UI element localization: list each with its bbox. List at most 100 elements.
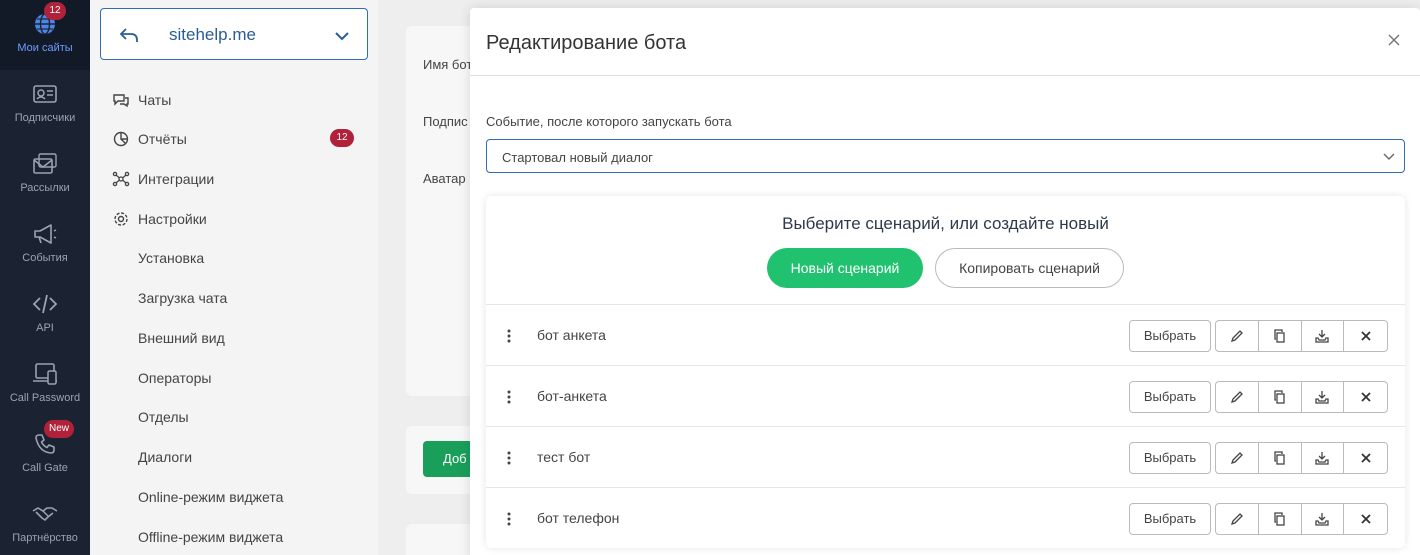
rail-label: Рассылки [20,182,70,194]
select-scenario-button[interactable]: Выбрать [1129,442,1211,474]
nav-item-settings[interactable]: Настройки [112,207,207,231]
delete-button[interactable] [1344,321,1387,351]
rail-label: События [22,252,68,264]
close-icon [1360,453,1371,463]
new-scenario-button[interactable]: Новый сценарий [767,248,923,288]
rail-item-call-password[interactable]: Call Password [0,350,90,420]
contact-card-icon [33,85,57,103]
edit-button[interactable] [1216,382,1259,412]
close-icon[interactable] [1386,32,1402,48]
site-selector[interactable]: sitehelp.me [100,8,368,60]
close-icon [1360,392,1371,402]
select-scenario-button[interactable]: Выбрать [1129,381,1211,413]
rail-label: Call Password [9,392,81,404]
nav-sub-operators[interactable]: Операторы [138,370,211,386]
scenario-name: бот телефон [537,510,620,526]
copy-scenario-button[interactable]: Копировать сценарий [935,248,1124,288]
rail-item-mailings[interactable]: Рассылки [0,140,90,210]
select-scenario-button[interactable]: Выбрать [1129,320,1211,352]
edit-bot-modal: Редактирование бота Событие, после котор… [470,8,1420,555]
kebab-menu-icon[interactable] [504,449,514,467]
nav-label: Настройки [138,211,207,227]
rail-item-partnership[interactable]: Партнёрство [0,490,90,555]
nav-sub-install[interactable]: Установка [138,250,204,266]
mail-stack-icon [33,153,57,174]
delete-button[interactable] [1344,504,1387,534]
rail-item-call-gate[interactable]: Call Gate New [0,420,90,490]
rail-label: Подписчики [14,112,76,124]
bot-name-label: Имя бот [423,57,473,72]
handshake-icon [32,507,58,522]
nav-sub-offline-mode[interactable]: Offline-режим виджета [138,529,283,545]
nav-sub-dialogs[interactable]: Диалоги [138,449,192,465]
nav-item-reports[interactable]: Отчёты [112,127,187,151]
nav-sub-appearance[interactable]: Внешний вид [138,330,225,346]
event-select-value: Стартовал новый диалог [502,150,653,165]
copy-icon [1273,451,1285,465]
kebab-menu-icon[interactable] [504,388,514,406]
modal-header: Редактирование бота [470,8,1420,76]
download-button[interactable] [1302,321,1345,351]
rail-label: Call Gate [22,462,68,474]
kebab-menu-icon[interactable] [504,327,514,345]
nav-item-chats[interactable]: Чаты [112,88,171,112]
download-button[interactable] [1302,443,1345,473]
edit-button[interactable] [1216,443,1259,473]
scenario-actions [1215,381,1388,413]
network-icon [112,171,130,187]
copy-icon [1273,512,1285,526]
chat-icon [113,94,129,108]
event-select[interactable]: Стартовал новый диалог [486,139,1405,173]
chevron-down-icon [335,32,349,41]
download-icon [1315,391,1330,404]
nav-sub-online-mode[interactable]: Online-режим виджета [138,489,283,505]
kebab-menu-icon[interactable] [504,510,514,528]
copy-icon [1273,390,1285,404]
download-button[interactable] [1302,382,1345,412]
rail-badge-new: New [44,420,75,438]
download-button[interactable] [1302,504,1345,534]
modal-title: Редактирование бота [486,32,687,54]
devices-icon [33,363,57,385]
scenario-row: бот-анкета Выбрать [486,365,1405,426]
code-icon [32,294,58,314]
nav-sub-departments[interactable]: Отделы [138,409,189,425]
rail-label: Мои сайты [17,42,73,54]
scenario-row: бот телефон Выбрать [486,487,1405,548]
pencil-icon [1230,452,1243,465]
rail-item-api[interactable]: API [0,280,90,350]
edit-button[interactable] [1216,504,1259,534]
scenario-name: бот-анкета [537,388,607,404]
scenario-panel: Выберите сценарий, или создайте новый Но… [486,196,1405,548]
copy-button[interactable] [1259,321,1302,351]
copy-button[interactable] [1259,443,1302,473]
delete-button[interactable] [1344,382,1387,412]
scenario-actions [1215,503,1388,535]
close-icon [1360,514,1371,524]
event-label: Событие, после которого запускать бота [486,114,732,129]
scenario-heading: Выберите сценарий, или создайте новый [782,214,1109,233]
nav-label: Чаты [138,92,172,108]
site-nav-panel: sitehelp.me Чаты Отчёты 12 Интеграции На… [90,0,378,555]
copy-icon [1273,329,1285,343]
copy-button[interactable] [1259,382,1302,412]
scenario-actions [1215,442,1388,474]
nav-item-integrations[interactable]: Интеграции [112,167,214,191]
rail-item-my-sites[interactable]: Мои сайты 12 [0,0,90,70]
megaphone-icon [34,224,57,244]
delete-button[interactable] [1344,443,1387,473]
nav-label: Интеграции [138,171,215,187]
rail-label: API [36,322,54,334]
rail-item-events[interactable]: События [0,210,90,280]
nav-sub-chat-loading[interactable]: Загрузка чата [138,290,227,306]
chart-pie-icon [113,131,129,147]
scenario-row: тест бот Выбрать [486,426,1405,487]
back-arrow-icon [119,28,138,42]
rail-item-subscribers[interactable]: Подписчики [0,70,90,140]
copy-button[interactable] [1259,504,1302,534]
app-rail: Мои сайты 12 Подписчики Рассылки События… [0,0,90,555]
select-scenario-button[interactable]: Выбрать [1129,503,1211,535]
rail-label: Партнёрство [12,532,78,544]
edit-button[interactable] [1216,321,1259,351]
site-name: sitehelp.me [169,25,256,44]
